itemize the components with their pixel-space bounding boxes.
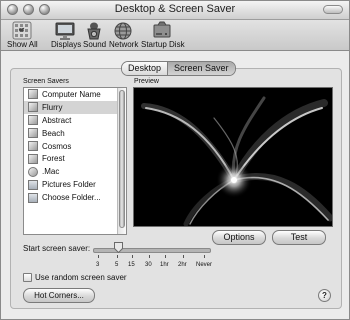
- display-icon: [54, 21, 76, 41]
- list-item[interactable]: Abstract: [24, 114, 126, 127]
- list-item-label: Pictures Folder: [42, 180, 96, 190]
- list-item[interactable]: .Mac: [24, 165, 126, 178]
- test-button[interactable]: Test: [272, 230, 326, 245]
- toolbar-label: Sound: [83, 40, 107, 49]
- list-item-label: Flurry: [42, 102, 63, 112]
- list-item[interactable]: Computer Name: [24, 88, 126, 101]
- hot-corners-button[interactable]: Hot Corners...: [23, 288, 95, 303]
- tab-screen-saver[interactable]: Screen Saver: [167, 62, 235, 75]
- list-item-label: .Mac: [42, 167, 60, 177]
- folder-icon: [28, 179, 38, 190]
- list-item-label: Choose Folder...: [42, 193, 101, 203]
- slider-tick: [98, 255, 99, 258]
- system-preferences-window: Desktop & Screen Saver Show All Displays…: [0, 0, 350, 320]
- toolbar-label: Displays: [51, 40, 82, 49]
- apple-grid-icon: [11, 21, 33, 41]
- random-screen-saver-label: Use random screen saver: [35, 273, 127, 282]
- screen-savers-heading: Screen Savers: [23, 78, 69, 85]
- list-item[interactable]: Choose Folder...: [24, 191, 126, 204]
- toolbar-network[interactable]: Network: [109, 21, 139, 49]
- tick-label: Never: [196, 262, 213, 268]
- slider-knob[interactable]: [114, 242, 123, 253]
- hard-disk-icon: [151, 21, 173, 41]
- screen-savers-list[interactable]: Computer Name Flurry Abstract Beach Cosm…: [23, 87, 127, 235]
- preview-heading: Preview: [134, 78, 159, 85]
- list-item[interactable]: Forest: [24, 152, 126, 165]
- toolbar: Show All Displays Sound Network Startup …: [1, 20, 349, 51]
- toolbar-startup-disk[interactable]: Startup Disk: [141, 21, 185, 49]
- list-item[interactable]: Beach: [24, 127, 126, 140]
- speaker-icon: [83, 21, 105, 41]
- toolbar-sound[interactable]: Sound: [83, 21, 107, 49]
- scrollbar-thumb[interactable]: [119, 90, 125, 228]
- start-screen-saver-slider[interactable]: [93, 248, 211, 253]
- screensaver-icon: [28, 141, 38, 151]
- screensaver-icon: [28, 128, 38, 139]
- toolbar-label: Show All: [7, 40, 38, 49]
- tick-label: 1hr: [160, 262, 169, 268]
- random-screen-saver-checkbox[interactable]: [23, 273, 32, 282]
- screensaver-icon: [28, 153, 38, 164]
- slider-tick: [183, 255, 184, 258]
- slider-tick: [204, 255, 205, 258]
- network-globe-icon: [112, 21, 134, 41]
- tick-label: 2hr: [178, 262, 187, 268]
- slider-tick: [165, 255, 166, 258]
- list-item-label: Abstract: [42, 115, 72, 125]
- tick-label: 15: [128, 262, 135, 268]
- list-item-label: Computer Name: [42, 89, 101, 99]
- slider-tick: [132, 255, 133, 258]
- tick-label: 3: [96, 262, 100, 268]
- tick-label: 30: [145, 262, 152, 268]
- mac-icon: [28, 166, 38, 177]
- toolbar-label: Network: [109, 40, 139, 49]
- list-item[interactable]: Pictures Folder: [24, 178, 126, 191]
- screensaver-icon: [28, 115, 38, 126]
- toolbar-displays[interactable]: Displays: [51, 21, 82, 49]
- list-item-label: Cosmos: [42, 141, 72, 151]
- title-bar[interactable]: Desktop & Screen Saver: [1, 1, 349, 20]
- tab-desktop[interactable]: Desktop: [122, 62, 168, 75]
- list-scrollbar[interactable]: [117, 88, 126, 234]
- list-item[interactable]: Cosmos: [24, 140, 126, 153]
- list-item-label: Forest: [42, 154, 65, 164]
- list-item-label: Beach: [42, 128, 65, 138]
- screensaver-icon: [28, 102, 38, 113]
- tab-bar: Desktop Screen Saver: [121, 61, 236, 76]
- tick-label: 5: [115, 262, 119, 268]
- window-title: Desktop & Screen Saver: [114, 3, 236, 15]
- toolbar-toggle-button[interactable]: [323, 5, 343, 14]
- screen-saver-preview: [133, 87, 333, 227]
- toolbar-show-all[interactable]: Show All: [7, 21, 38, 49]
- options-button[interactable]: Options: [212, 230, 266, 245]
- screensaver-icon: [28, 89, 38, 100]
- toolbar-label: Startup Disk: [141, 40, 185, 49]
- flurry-preview-image: [141, 96, 332, 226]
- start-screen-saver-label: Start screen saver:: [23, 244, 91, 253]
- folder-icon: [28, 192, 38, 203]
- slider-tick: [117, 255, 118, 258]
- list-item-selected[interactable]: Flurry: [24, 100, 126, 114]
- slider-tick: [149, 255, 150, 258]
- help-button[interactable]: ?: [318, 289, 331, 302]
